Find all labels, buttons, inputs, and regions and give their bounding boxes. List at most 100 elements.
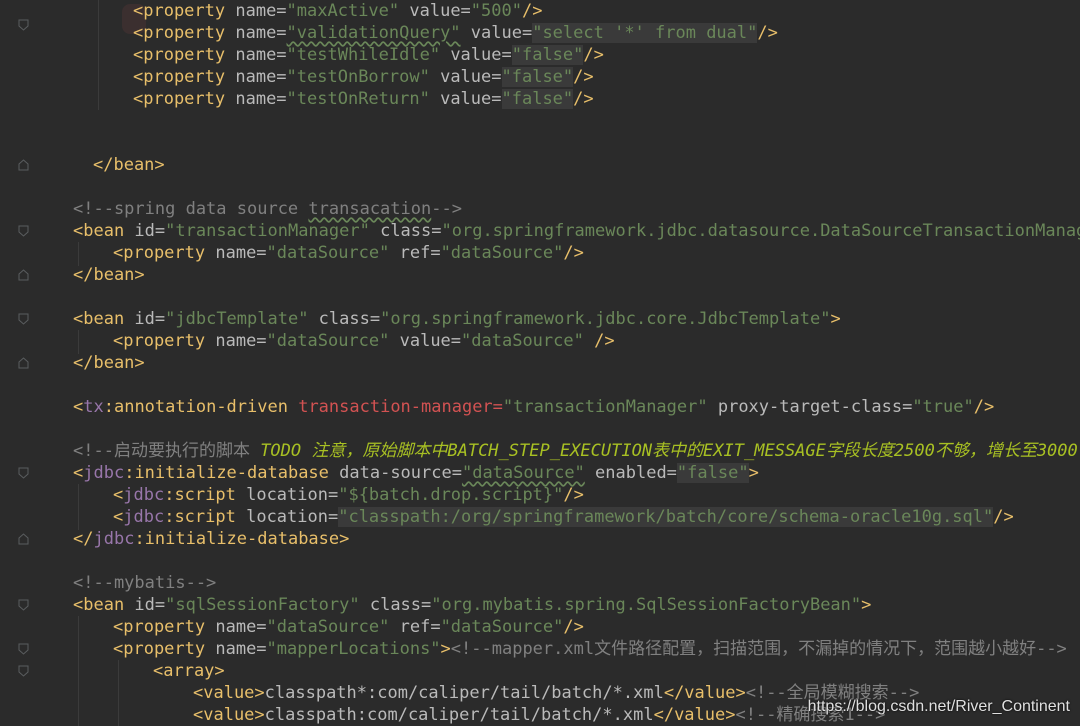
xml-value: "false" xyxy=(676,463,749,483)
xml-value: "dataSource" xyxy=(266,617,390,637)
comment-text: transacation xyxy=(308,199,432,219)
xml-attr: class= xyxy=(359,595,432,615)
code-line[interactable]: <property name="dataSource" ref="dataSou… xyxy=(113,616,584,638)
code-line[interactable]: <property name="testOnReturn" value="fal… xyxy=(133,88,594,110)
xml-tag: > xyxy=(440,639,451,659)
code-line[interactable]: <property name="mapperLocations"><!--map… xyxy=(113,638,1067,660)
xml-value: "validationQuery" xyxy=(286,23,461,43)
code-line[interactable]: <bean id="transactionManager" class="org… xyxy=(73,220,1080,242)
xml-tag: < xyxy=(113,507,124,527)
watermark: https://blog.csdn.net/River_Continent xyxy=(807,698,1070,715)
xml-value: "mapperLocations" xyxy=(266,639,441,659)
code-line[interactable]: <property name="maxActive" value="500"/> xyxy=(133,0,542,22)
xml-tag: < xyxy=(73,397,84,417)
xml-value: "testOnReturn" xyxy=(286,89,430,109)
fold-start-icon[interactable] xyxy=(18,313,29,325)
xml-tag: < xyxy=(113,485,124,505)
fold-start-icon[interactable] xyxy=(18,225,29,237)
code-line[interactable]: </bean> xyxy=(93,154,165,176)
fold-end-icon[interactable] xyxy=(18,159,29,171)
code-line[interactable]: <value>classpath:com/caliper/tail/batch/… xyxy=(193,704,885,726)
fold-end-icon[interactable] xyxy=(18,19,29,31)
fold-start-icon[interactable] xyxy=(18,467,29,479)
xml-tag: > xyxy=(748,463,759,483)
code-line[interactable]: <property name="dataSource" value="dataS… xyxy=(113,330,615,352)
xml-value: "org.springframework.jdbc.datasource.Dat… xyxy=(441,221,1080,241)
xml-attr-unresolved: transaction-manager= xyxy=(287,397,503,417)
xml-tag: <property xyxy=(133,23,226,43)
code-line[interactable]: <bean id="sqlSessionFactory" class="org.… xyxy=(73,594,871,616)
xml-attr: class= xyxy=(308,309,381,329)
code-line[interactable]: <property name="testWhileIdle" value="fa… xyxy=(133,44,604,66)
fold-start-icon[interactable] xyxy=(18,665,29,677)
xml-namespace: jdbc xyxy=(93,529,135,549)
xml-attr: class= xyxy=(369,221,442,241)
fold-end-icon[interactable] xyxy=(18,533,29,545)
xml-tag: <bean xyxy=(73,221,125,241)
comment-text: <!--mapper.xml文件路径配置，扫描范围，不漏掉的情况下，范围越小越好… xyxy=(450,639,1067,659)
xml-tag: < xyxy=(73,463,84,483)
xml-tag: <property xyxy=(113,639,206,659)
code-line[interactable]: </jdbc:initialize-database> xyxy=(73,528,349,550)
xml-value: "select '*' from dual" xyxy=(532,23,758,43)
code-line[interactable]: <property name="testOnBorrow" value="fal… xyxy=(133,66,594,88)
code-line[interactable]: </bean> xyxy=(73,264,145,286)
code-line[interactable]: <property name="dataSource" ref="dataSou… xyxy=(113,242,584,264)
indent-guide xyxy=(98,0,99,110)
fold-end-icon[interactable] xyxy=(18,357,29,369)
xml-value: "${batch.drop.script}" xyxy=(338,485,564,505)
xml-attr: name= xyxy=(225,1,287,21)
code-line[interactable]: <property name="validationQuery" value="… xyxy=(133,22,778,44)
fold-start-icon[interactable] xyxy=(18,599,29,611)
xml-tag: <value> xyxy=(193,683,265,703)
xml-tag: <property xyxy=(113,243,206,263)
xml-attr: name= xyxy=(205,243,267,263)
xml-tag: /> xyxy=(563,485,584,505)
fold-start-icon[interactable] xyxy=(18,643,29,655)
code-line[interactable]: <bean id="jdbcTemplate" class="org.sprin… xyxy=(73,308,841,330)
code-line[interactable]: </bean> xyxy=(73,352,145,374)
xml-attr: id= xyxy=(124,595,166,615)
xml-attr: name= xyxy=(225,89,287,109)
xml-namespace: jdbc xyxy=(123,485,165,505)
code-line[interactable]: <jdbc:script location="${batch.drop.scri… xyxy=(113,484,584,506)
xml-attr: name= xyxy=(205,639,267,659)
xml-tag: <property xyxy=(133,45,226,65)
code-line[interactable]: <jdbc:script location="classpath:/org/sp… xyxy=(113,506,1014,528)
xml-attr: value= xyxy=(429,89,502,109)
xml-value: "maxActive" xyxy=(286,1,400,21)
xml-tag: <property xyxy=(133,1,226,21)
code-comment[interactable]: <!--spring data source transacation--> xyxy=(73,198,462,220)
code-line[interactable]: <array> xyxy=(153,660,225,682)
fold-end-icon[interactable] xyxy=(18,269,29,281)
xml-tag: </value> xyxy=(663,683,746,703)
xml-attr: data-source= xyxy=(328,463,462,483)
xml-value: "dataSource" xyxy=(440,617,564,637)
xml-value: "dataSource" xyxy=(440,243,564,263)
code-comment[interactable]: <!--启动要执行的脚本 TODO 注意，原始脚本中BATCH_STEP_EXE… xyxy=(73,440,1078,462)
xml-value: "dataSource" xyxy=(266,243,390,263)
xml-value: "testOnBorrow" xyxy=(286,67,430,87)
xml-value: "true" xyxy=(912,397,974,417)
code-line[interactable]: <tx:annotation-driven transaction-manage… xyxy=(73,396,994,418)
xml-tag: </ xyxy=(73,529,94,549)
code-editor[interactable]: <property name="maxActive" value="500"/>… xyxy=(0,0,1080,726)
indent-guide xyxy=(78,330,79,354)
xml-tag: :initialize-database> xyxy=(134,529,350,549)
xml-tag: /> xyxy=(521,1,543,21)
xml-attr: name= xyxy=(225,23,287,43)
xml-tag: <property xyxy=(133,67,226,87)
xml-tag: /> xyxy=(573,89,594,109)
code-line[interactable]: <jdbc:initialize-database data-source="d… xyxy=(73,462,759,484)
xml-tag: /> xyxy=(993,507,1014,527)
xml-tag: /> xyxy=(973,397,995,417)
xml-attr: name= xyxy=(225,67,287,87)
code-comment[interactable]: <!--mybatis--> xyxy=(73,572,216,594)
xml-tag: <bean xyxy=(73,309,125,329)
xml-tag: </value> xyxy=(653,705,736,725)
xml-tag: /> xyxy=(757,23,778,43)
xml-value: "dataSource" xyxy=(266,331,390,351)
xml-value: "sqlSessionFactory" xyxy=(165,595,360,615)
xml-attr: enabled= xyxy=(584,463,677,483)
xml-attr: ref= xyxy=(389,617,441,637)
